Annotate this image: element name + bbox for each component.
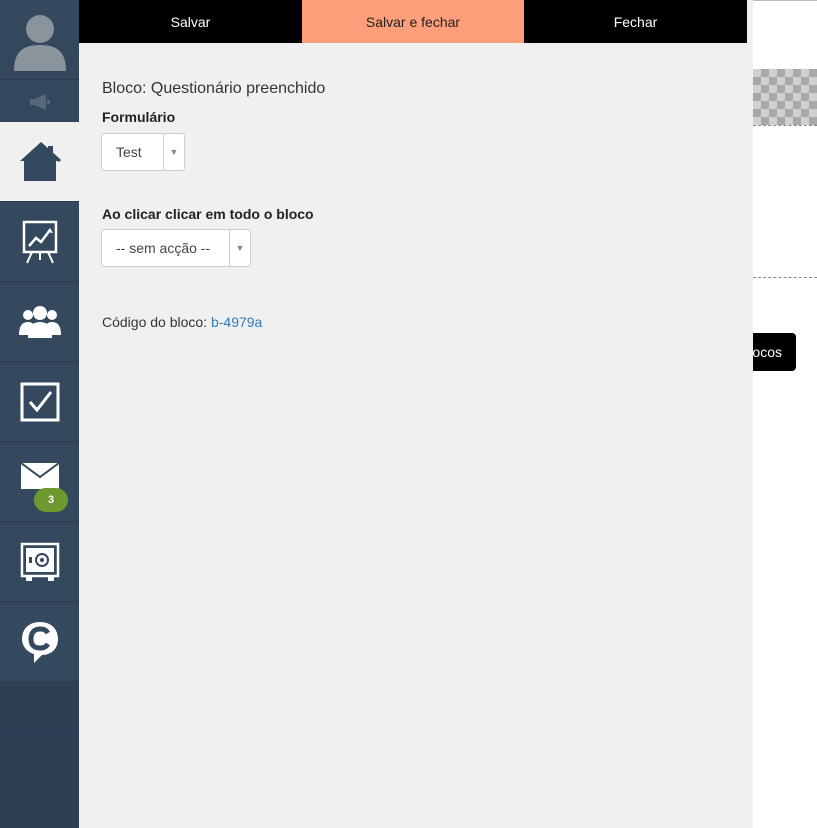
sidebar-item-chat[interactable] — [0, 602, 79, 682]
user-avatar-icon — [13, 14, 66, 71]
dashed-divider-bottom — [753, 277, 817, 278]
chevron-down-icon: ▼ — [229, 230, 250, 266]
safe-icon — [20, 542, 59, 581]
form-label: Formulário — [102, 109, 176, 125]
background-divider — [753, 0, 817, 1]
save-and-close-button[interactable]: Salvar e fechar — [302, 0, 524, 43]
form-select[interactable]: Test ▼ — [101, 133, 185, 171]
background-button-label: ocos — [752, 344, 782, 360]
messages-count-badge: 3 — [34, 488, 68, 512]
close-button[interactable]: Fechar — [524, 0, 747, 43]
sidebar-item-users[interactable] — [0, 282, 79, 362]
block-title: Bloco: Questionário preenchido — [102, 80, 326, 97]
megaphone-icon — [29, 93, 50, 110]
transparent-image-placeholder — [753, 69, 817, 125]
block-settings-panel: Salvar Salvar e fechar Fechar Bloco: Que… — [79, 0, 753, 828]
chat-c-icon — [21, 621, 58, 663]
form-select-value: Test — [116, 144, 142, 160]
sidebar-item-tasks[interactable] — [0, 362, 79, 442]
click-action-label: Ao clicar clicar em todo o bloco — [102, 206, 314, 222]
block-code: Código do bloco: b-4979a — [102, 314, 262, 330]
dashed-divider-top — [753, 125, 817, 126]
sidebar: 3 — [0, 0, 79, 828]
checkbox-icon — [20, 382, 59, 421]
click-action-select-value: -- sem acção -- — [116, 240, 211, 256]
panel-toolbar: Salvar Salvar e fechar Fechar — [79, 0, 747, 43]
announcements[interactable] — [0, 81, 79, 122]
sidebar-item-home[interactable] — [0, 122, 79, 202]
envelope-icon — [19, 461, 60, 489]
sidebar-item-vault[interactable] — [0, 522, 79, 602]
block-code-value[interactable]: b-4979a — [211, 314, 262, 330]
home-icon — [19, 141, 61, 181]
click-action-select[interactable]: -- sem acção -- ▼ — [101, 229, 251, 267]
sidebar-item-reports[interactable] — [0, 202, 79, 282]
save-button[interactable]: Salvar — [79, 0, 302, 43]
block-code-label: Código do bloco: — [102, 314, 208, 330]
avatar[interactable] — [0, 0, 79, 80]
chevron-down-icon: ▼ — [163, 134, 184, 170]
chart-board-icon — [22, 220, 57, 263]
users-group-icon — [18, 305, 61, 338]
